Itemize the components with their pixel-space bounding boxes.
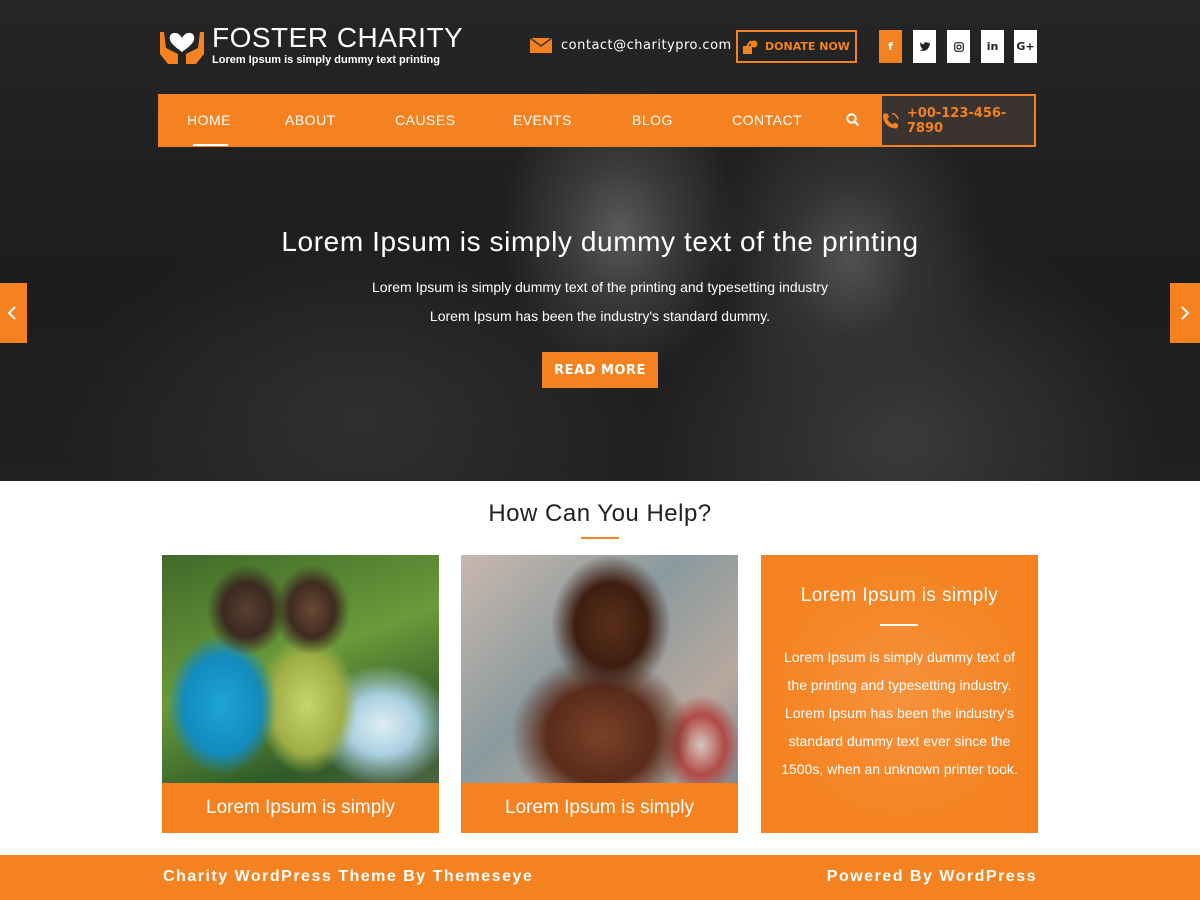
nav-item-events[interactable]: EVENTS — [513, 94, 572, 147]
hero-title: Lorem Ipsum is simply dummy text of the … — [281, 226, 919, 257]
donate-icon — [743, 39, 758, 54]
slider-next-button[interactable] — [1170, 283, 1200, 343]
footer-credit[interactable]: Charity WordPress Theme By Themeseye — [163, 868, 533, 886]
nav-item-blog[interactable]: BLOG — [632, 94, 673, 147]
nav-item-contact[interactable]: CONTACT — [732, 94, 802, 147]
card-text: Lorem Ipsum is simply dummy text of the … — [781, 649, 1018, 777]
read-more-button[interactable]: READ MORE — [542, 352, 658, 388]
card-title: Lorem Ipsum is simply — [800, 585, 999, 606]
search-icon[interactable] — [846, 113, 860, 127]
phone-icon — [882, 112, 899, 128]
section-divider — [581, 537, 619, 539]
email-text: contact@charitypro.com — [561, 38, 732, 53]
instagram-icon[interactable] — [947, 30, 970, 63]
phone-number: +00-123-456-7890 — [906, 105, 1007, 136]
chevron-right-icon — [1181, 306, 1190, 320]
card-label[interactable]: Lorem Ipsum is simply — [162, 783, 439, 833]
site-title[interactable]: FOSTER CHARITY — [212, 24, 463, 52]
help-card-1[interactable]: Lorem Ipsum is simply — [162, 555, 439, 833]
mail-icon — [530, 38, 552, 53]
card-divider — [880, 624, 918, 626]
footer-powered-by[interactable]: Powered By WordPress — [827, 868, 1037, 886]
nav-item-home[interactable]: HOME — [187, 94, 231, 147]
linkedin-icon[interactable]: in — [981, 30, 1004, 63]
main-nav: HOME ABOUT CAUSES EVENTS BLOG CONTACT +0… — [158, 94, 1036, 147]
nav-item-about[interactable]: ABOUT — [285, 94, 336, 147]
help-card-3: Lorem Ipsum is simply Lorem Ipsum is sim… — [761, 555, 1038, 833]
google-plus-icon[interactable]: G+ — [1014, 30, 1037, 63]
section-title: How Can You Help? — [488, 500, 712, 527]
heart-hands-icon — [158, 24, 206, 66]
chevron-left-icon — [7, 306, 16, 320]
twitter-icon[interactable] — [913, 30, 936, 63]
site-logo[interactable]: FOSTER CHARITY Lorem Ipsum is simply dum… — [158, 24, 463, 66]
slider-prev-button[interactable] — [0, 283, 27, 343]
help-card-2[interactable]: Lorem Ipsum is simply — [461, 555, 738, 833]
site-tagline: Lorem Ipsum is simply dummy text printin… — [212, 54, 440, 66]
facebook-icon[interactable]: f — [879, 30, 902, 63]
card-label[interactable]: Lorem Ipsum is simply — [461, 783, 738, 833]
site-footer: Charity WordPress Theme By Themeseye Pow… — [0, 855, 1200, 900]
nav-phone[interactable]: +00-123-456-7890 — [880, 94, 1036, 147]
header-email[interactable]: contact@charitypro.com — [530, 38, 732, 53]
nav-active-indicator — [193, 144, 228, 146]
nav-item-causes[interactable]: CAUSES — [395, 94, 456, 147]
donate-now-button[interactable]: DONATE NOW — [736, 30, 857, 63]
hero-subtitle-line1: Lorem Ipsum is simply dummy text of the … — [372, 279, 828, 295]
hero-subtitle-line2: Lorem Ipsum has been the industry's stan… — [429, 308, 771, 324]
donate-label: DONATE NOW — [765, 40, 850, 53]
